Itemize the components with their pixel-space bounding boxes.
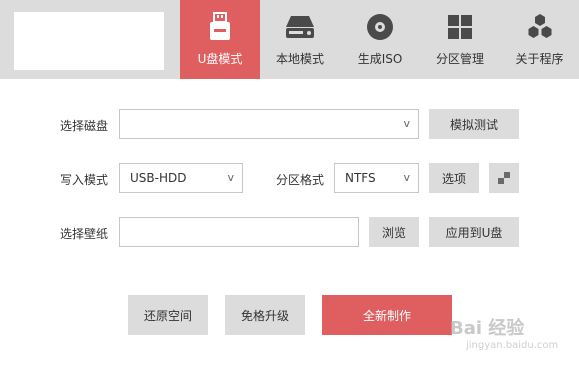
browse-button[interactable]: 浏览 bbox=[369, 217, 419, 247]
free-upgrade-button[interactable]: 免格升级 bbox=[225, 295, 305, 335]
options-button[interactable]: 选项 bbox=[429, 163, 479, 193]
wallpaper-input[interactable] bbox=[119, 217, 359, 247]
disk-select[interactable]: v bbox=[119, 109, 419, 139]
tab-partition-manage[interactable]: 分区管理 bbox=[420, 0, 500, 79]
usb-drive-icon bbox=[205, 12, 235, 42]
tab-label: 本地模式 bbox=[275, 52, 324, 66]
tab-label: 关于程序 bbox=[515, 52, 564, 66]
chevron-down-icon: v bbox=[227, 171, 234, 184]
hexagons-icon bbox=[525, 12, 555, 42]
tab-local-mode[interactable]: 本地模式 bbox=[260, 0, 340, 79]
restore-space-button[interactable]: 还原空间 bbox=[128, 295, 208, 335]
disc-icon bbox=[365, 12, 395, 42]
small-squares-icon bbox=[498, 172, 510, 184]
watermark-text: Bai 经验 bbox=[450, 318, 525, 339]
partition-format-value: NTFS bbox=[345, 171, 376, 185]
chevron-down-icon: v bbox=[403, 117, 410, 130]
apply-to-usb-button[interactable]: 应用到U盘 bbox=[429, 217, 519, 247]
simulate-test-button[interactable]: 模拟测试 bbox=[429, 109, 519, 139]
tab-label: U盘模式 bbox=[197, 52, 243, 66]
partition-format-label: 分区格式 bbox=[276, 173, 325, 187]
top-nav-bar: U盘模式 本地模式 生成ISO 分区管理 关于程序 bbox=[0, 0, 579, 79]
partition-format-select[interactable]: NTFS v bbox=[334, 163, 419, 193]
tab-generate-iso[interactable]: 生成ISO bbox=[340, 0, 420, 79]
tab-usb-mode[interactable]: U盘模式 bbox=[180, 0, 260, 79]
partition-grid-icon bbox=[445, 12, 475, 42]
extra-settings-button[interactable] bbox=[489, 163, 519, 193]
tab-label: 生成ISO bbox=[357, 52, 403, 66]
logo-area bbox=[14, 12, 164, 70]
select-disk-label: 选择磁盘 bbox=[60, 119, 109, 133]
tab-about[interactable]: 关于程序 bbox=[500, 0, 579, 79]
chevron-down-icon: v bbox=[403, 171, 410, 184]
write-mode-value: USB-HDD bbox=[130, 171, 187, 185]
new-make-button[interactable]: 全新制作 bbox=[322, 295, 452, 335]
watermark-sub: jingyan.baidu.com bbox=[466, 340, 559, 351]
tab-label: 分区管理 bbox=[435, 52, 484, 66]
write-mode-select[interactable]: USB-HDD v bbox=[119, 163, 243, 193]
write-mode-label: 写入模式 bbox=[60, 173, 109, 187]
select-wallpaper-label: 选择壁纸 bbox=[60, 227, 109, 241]
hard-disk-icon bbox=[285, 12, 315, 42]
